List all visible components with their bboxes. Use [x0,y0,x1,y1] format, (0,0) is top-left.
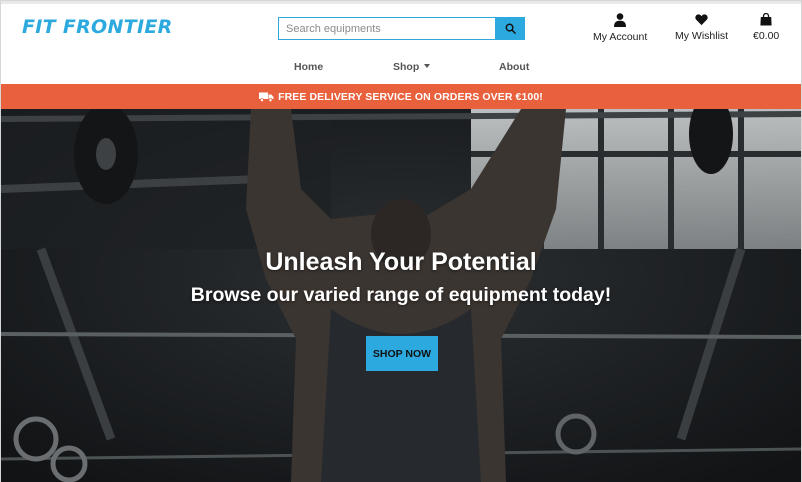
site-logo[interactable]: FIT FRONTIER [22,16,173,38]
search-input[interactable] [278,17,495,40]
browser-top-edge [1,1,801,4]
search-icon [505,23,516,34]
hero-section: Unleash Your Potential Browse our varied… [1,109,801,482]
my-wishlist-link[interactable]: My Wishlist [675,13,728,42]
my-account-link[interactable]: My Account [593,13,647,43]
nav-home[interactable]: Home [294,61,323,73]
nav-shop-label: Shop [393,61,420,73]
search-button[interactable] [495,17,525,40]
my-account-label: My Account [593,31,648,43]
caret-down-icon [424,64,431,68]
my-wishlist-label: My Wishlist [675,30,729,42]
nav-about[interactable]: About [499,61,529,73]
free-delivery-banner: FREE DELIVERY SERVICE ON ORDERS OVER €10… [1,84,801,109]
hero-title: Unleash Your Potential [265,248,537,276]
hero-subtitle: Browse our varied range of equipment tod… [190,284,612,306]
truck-icon [259,92,274,102]
free-delivery-text: FREE DELIVERY SERVICE ON ORDERS OVER €10… [278,90,543,103]
shopping-bag-link[interactable]: €0.00 [753,13,779,42]
user-icon [614,13,627,27]
heart-icon [695,14,708,26]
nav-shop[interactable]: Shop [393,61,431,73]
shop-now-button[interactable]: SHOP NOW [366,336,438,371]
bag-total: €0.00 [753,30,780,42]
search-form [278,17,525,40]
shopping-bag-icon [760,13,772,26]
